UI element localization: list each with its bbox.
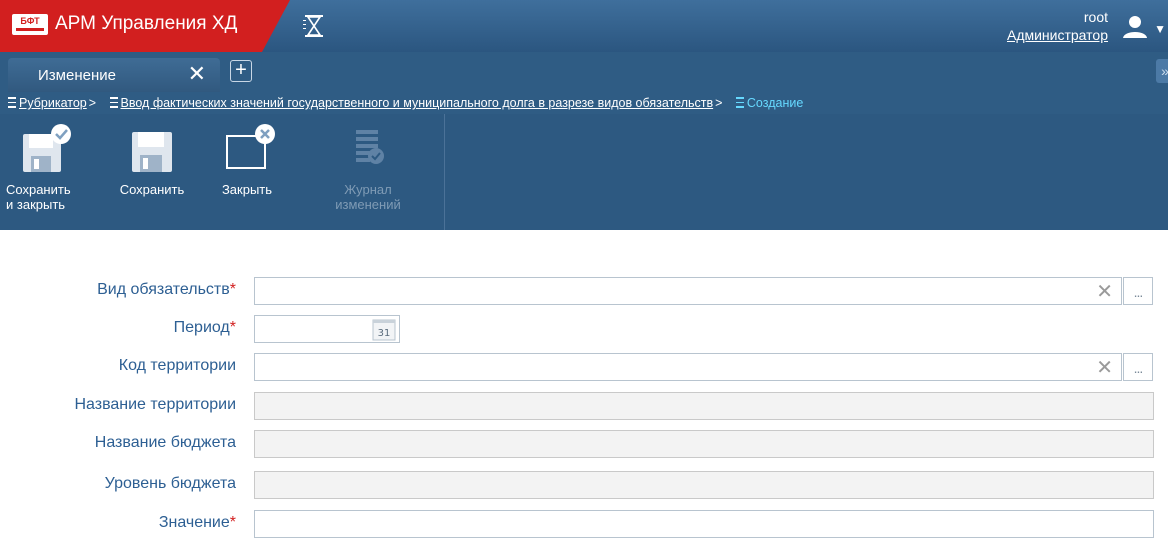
budget-level-label: Уровень бюджета (104, 475, 236, 492)
tasks-hourglass-icon[interactable] (303, 14, 325, 38)
document-list-icon (109, 97, 118, 108)
obligation-type-label: Вид обязательств* (97, 281, 236, 298)
form-row-value: Значение* (0, 510, 1168, 538)
user-role: Администратор (1006, 27, 1108, 43)
tab-label: Изменение (38, 67, 116, 84)
edit-form: Вид обязательств* ✕ ... Период* 31 Код т… (0, 230, 1168, 551)
breadcrumb-link-rubricator[interactable]: Рубрикатор (19, 92, 87, 114)
breadcrumb-current: Создание (746, 96, 804, 110)
form-row-territory-code: Код территории ✕ ... (0, 353, 1168, 381)
form-row-period: Период* 31 (0, 315, 1168, 343)
save-button[interactable]: Сохранить (104, 114, 200, 230)
breadcrumb-link-debt-input[interactable]: Ввод фактических значений государственно… (121, 92, 714, 114)
save-check-icon (17, 122, 73, 178)
territory-code-field[interactable]: ✕ (254, 353, 1122, 381)
territory-code-lookup-button[interactable]: ... (1123, 353, 1153, 381)
user-info[interactable]: root Администратор (1007, 8, 1108, 44)
bft-logo: БФТ (12, 14, 48, 35)
bft-logo-text: БФТ (20, 16, 40, 26)
close-label: Закрыть (221, 182, 273, 197)
app-title: АРМ Управления ХД (55, 13, 238, 34)
current-page-icon (735, 97, 744, 108)
form-row-budget-name: Название бюджета (0, 430, 1168, 458)
budget-level-field (254, 471, 1154, 499)
obligation-type-lookup-button[interactable]: ... (1123, 277, 1153, 305)
required-mark: * (229, 319, 236, 336)
change-log-label-2: изменений (335, 197, 401, 212)
save-and-close-label-2: и закрыть (6, 197, 66, 212)
period-label: Период* (173, 319, 236, 336)
rubricator-list-icon (8, 97, 16, 108)
form-row-budget-level: Уровень бюджета (0, 471, 1168, 499)
form-row-obligation-type: Вид обязательств* ✕ ... (0, 277, 1168, 305)
save-and-close-label-1: Сохранить (6, 182, 71, 197)
user-avatar-icon[interactable] (1120, 14, 1150, 40)
change-log-label-1: Журнал (344, 182, 392, 197)
clear-icon[interactable]: ✕ (1096, 355, 1113, 380)
budget-name-field (254, 430, 1154, 458)
tab-bar: Изменение ✕ + » (0, 52, 1168, 92)
breadcrumb-separator: > (715, 96, 723, 110)
toolbar: Сохранить и закрыть Сохранить Закрыть Жу… (0, 114, 1168, 230)
territory-code-label: Код территории (118, 357, 236, 374)
tab-close-icon[interactable]: ✕ (188, 62, 206, 86)
save-label: Сохранить (119, 182, 185, 197)
user-menu-caret-icon[interactable]: ▼ (1154, 22, 1166, 36)
tab-edit[interactable]: Изменение ✕ (8, 58, 220, 92)
territory-name-field (254, 392, 1154, 420)
close-window-icon (219, 122, 275, 178)
app-header: БФТ АРМ Управления ХД root Администратор… (0, 0, 1168, 52)
toolbar-divider (444, 114, 445, 230)
value-label: Значение* (158, 514, 236, 531)
budget-name-label: Название бюджета (94, 434, 236, 451)
breadcrumb: Рубрикатор > Ввод фактических значений го… (0, 92, 1168, 114)
calendar-day: 31 (378, 328, 391, 339)
breadcrumb-separator: > (88, 96, 97, 110)
close-button[interactable]: Закрыть (206, 114, 288, 230)
user-name: root (1083, 9, 1108, 25)
add-tab-button[interactable]: + (230, 60, 252, 82)
brand-block[interactable]: БФТ АРМ Управления ХД (0, 0, 290, 52)
form-row-territory-name: Название территории (0, 392, 1168, 420)
territory-name-label: Название территории (74, 396, 236, 413)
required-mark: * (229, 281, 236, 298)
value-input[interactable] (254, 510, 1154, 538)
save-and-close-button[interactable]: Сохранить и закрыть (0, 114, 90, 230)
obligation-type-field[interactable]: ✕ (254, 277, 1122, 305)
required-mark: * (229, 514, 236, 531)
change-log-icon (340, 122, 396, 178)
change-log-button[interactable]: Журнал изменений (318, 114, 418, 230)
save-icon (124, 122, 180, 178)
calendar-icon[interactable]: 31 (372, 317, 396, 341)
tabs-overflow-button[interactable]: » (1156, 59, 1168, 83)
clear-icon[interactable]: ✕ (1096, 279, 1113, 304)
